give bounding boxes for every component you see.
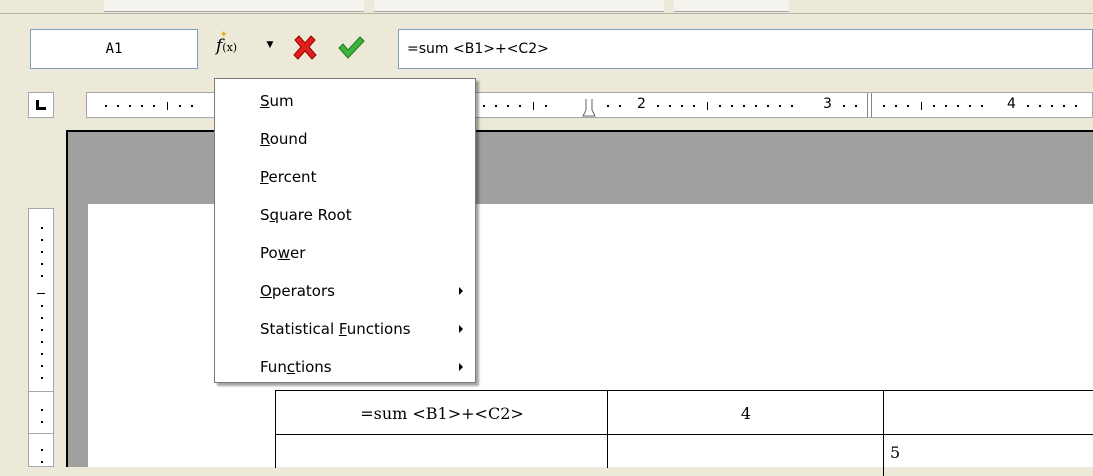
formula-input[interactable]: =sum <B1>+<C2> — [398, 29, 1093, 69]
accept-icon[interactable] — [336, 33, 366, 63]
cancel-icon[interactable] — [290, 33, 320, 63]
table-cell[interactable] — [275, 434, 608, 468]
cell-reference: A1 — [105, 41, 123, 57]
submenu-arrow-icon — [459, 325, 463, 333]
fx-icon[interactable]: f(x) ✦ — [216, 30, 242, 64]
toolbar-segment — [104, 0, 364, 12]
cell-text: 4 — [740, 403, 752, 423]
menu-item-percent[interactable]: Percent — [260, 163, 316, 191]
ruler-number: 3 — [823, 96, 832, 112]
submenu-arrow-icon — [459, 363, 463, 371]
formula-menu: Sum Round Percent Square Root Power Oper… — [214, 78, 476, 383]
menu-item-power[interactable]: Power — [260, 239, 305, 267]
menu-item-operators[interactable]: Operators — [260, 277, 335, 305]
table-cell[interactable] — [883, 390, 1093, 435]
indent-marker-icon[interactable] — [582, 98, 596, 120]
ruler-number: 4 — [1007, 96, 1016, 112]
cell-reference-box[interactable]: A1 — [30, 29, 198, 69]
menu-item-square-root[interactable]: Square Root — [260, 201, 352, 229]
toolbar-segment — [674, 0, 789, 12]
table-cell[interactable]: 4 — [607, 390, 884, 435]
ruler-number: 2 — [637, 96, 646, 112]
menu-item-statistical-functions[interactable]: Statistical Functions — [260, 315, 411, 343]
table-cell[interactable]: 5 — [883, 434, 1093, 476]
menu-item-functions[interactable]: Functions — [260, 353, 332, 381]
table-cell[interactable]: =sum <B1>+<C2> — [275, 390, 608, 435]
menu-item-sum[interactable]: Sum — [260, 87, 294, 115]
chevron-down-icon[interactable]: ▼ — [264, 40, 276, 52]
cell-text: =sum <B1>+<C2> — [360, 403, 524, 423]
menu-item-round[interactable]: Round — [260, 125, 307, 153]
formula-text: =sum <B1>+<C2> — [407, 41, 549, 57]
cell-text: 5 — [890, 443, 901, 462]
vertical-ruler[interactable] — [28, 208, 54, 467]
left-tab-icon — [36, 100, 46, 110]
submenu-arrow-icon — [459, 287, 463, 295]
toolbar-segment — [374, 0, 664, 12]
table-cell[interactable] — [607, 434, 884, 468]
text-table[interactable]: =sum <B1>+<C2> 4 5 — [275, 390, 1093, 476]
